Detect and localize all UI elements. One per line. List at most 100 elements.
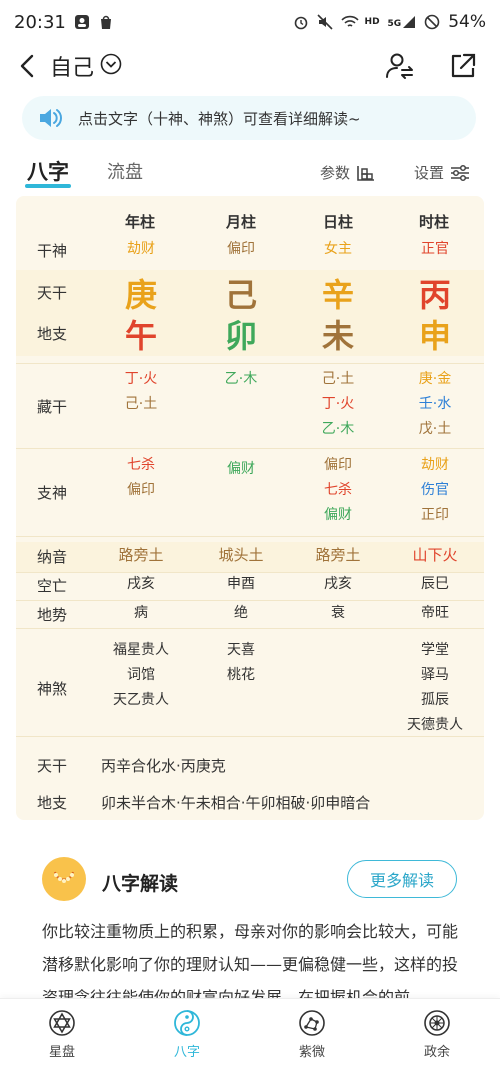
shensha-year-2[interactable]: 词馆 [93,663,189,687]
shensha-hour-2[interactable]: 驿马 [387,663,483,687]
status-time: 20:31 [14,11,66,33]
shishen-hour[interactable]: 正官 [387,237,483,261]
row-label-dizhi: 地支 [37,325,68,343]
params-label: 参数 [320,164,351,182]
params-button[interactable]: 参数 [320,162,376,183]
alarm-icon [293,14,309,30]
battery-level: 54% [448,12,486,32]
yin-yang-icon [174,1010,200,1036]
canggan-day-2: 丁·火 [321,396,355,412]
zhishen-day-1[interactable]: 偏印 [290,453,386,477]
nayin-year[interactable]: 路旁土 [93,543,189,567]
row-label-nayin: 纳音 [37,548,68,566]
canggan-hour-2: 壬·水 [418,396,452,412]
canggan-month-1: 乙·木 [224,371,258,387]
dizhi-year[interactable]: 午 [93,311,189,357]
canggan-hour-3: 戊·土 [418,421,452,437]
dizhi-hour[interactable]: 申 [387,311,483,357]
relation-tiangan-text: 丙辛合化水·丙庚克 [101,757,226,775]
shensha-year-1[interactable]: 福星贵人 [93,638,189,662]
settings-button[interactable]: 设置 [414,162,470,183]
share-icon[interactable] [448,51,478,81]
more-reading-button[interactable]: 更多解读 [347,860,457,898]
reading-title: 八字解读 [102,873,179,895]
column-header-day: 日柱 [323,213,354,231]
canggan-year-2: 己·土 [124,396,158,412]
column-header-year: 年柱 [125,213,156,231]
bottom-nav-bazi[interactable]: 八字 [147,1009,227,1060]
canggan-day-3: 乙·木 [321,421,355,437]
hd-indicator: HD [364,17,380,27]
zhishen-month-1[interactable]: 偏财 [193,457,289,481]
relation-dizhi-text: 卯未半合木·午未相合·午卯相破·卯申暗合 [101,794,371,812]
bottom-nav-zhengyu[interactable]: 政余 [397,1009,477,1060]
relation-label-dizhi: 地支 [37,794,68,812]
relation-label-tiangan: 天干 [37,757,68,775]
bottom-nav-label: 政余 [423,1045,450,1060]
bottom-nav-xingpan[interactable]: 星盘 [22,1009,102,1060]
zhishen-year-1[interactable]: 七杀 [93,453,189,477]
shensha-hour-3[interactable]: 孤辰 [387,688,483,712]
kongwang-day: 戌亥 [324,576,352,592]
bottom-nav-label: 紫微 [298,1045,325,1060]
tiangan-hour[interactable]: 丙 [387,270,483,316]
nayin-hour[interactable]: 山下火 [387,543,483,567]
tab-bazi[interactable]: 八字 [27,156,69,186]
nayin-month[interactable]: 城头土 [193,543,289,567]
shishen-year[interactable]: 劫财 [93,237,189,261]
constellation-icon [299,1010,325,1036]
tiangan-year[interactable]: 庚 [93,270,189,316]
row-label-dishi: 地势 [37,606,68,624]
status-bar: 20:31 HD 5G 54% [0,0,500,44]
dishi-year[interactable]: 病 [93,601,189,625]
star-of-david-icon [49,1010,75,1036]
switch-user-icon[interactable] [384,51,416,81]
zhishen-hour-1[interactable]: 劫财 [387,453,483,477]
column-header-month: 月柱 [226,213,257,231]
kongwang-month: 申酉 [227,576,255,592]
dizhi-month[interactable]: 卯 [193,311,289,357]
dishi-day[interactable]: 衰 [290,601,386,625]
back-arrow-icon[interactable] [14,52,42,80]
zhishen-hour-3[interactable]: 正印 [387,503,483,527]
tiangan-day[interactable]: 辛 [290,270,386,316]
bottom-nav-label: 星盘 [48,1045,75,1060]
tab-liupan[interactable]: 流盘 [107,158,143,184]
canggan-hour-1: 庚·金 [418,371,452,387]
shensha-month-1[interactable]: 天喜 [193,638,289,662]
row-label-shishen: 干神 [37,242,68,260]
dizhi-day[interactable]: 未 [290,311,386,357]
network-indicator: 5G [388,15,417,29]
chart-tabs: 八字 流盘 参数 设置 [0,150,500,192]
tip-text: 点击文字（十神、神煞）可查看详细解读~ [78,109,361,128]
bottom-nav-ziwei[interactable]: 紫微 [272,1009,352,1060]
shishen-month[interactable]: 偏印 [193,237,289,261]
shishen-day[interactable]: 女主 [290,237,386,261]
tiangan-month[interactable]: 己 [193,270,289,316]
dishi-hour[interactable]: 帝旺 [387,601,483,625]
shopping-bag-icon [98,14,114,30]
profile-notification-icon [74,14,90,30]
zhishen-hour-2[interactable]: 伤官 [387,478,483,502]
row-label-zhishen: 支神 [37,484,68,502]
column-header-hour: 时柱 [419,213,450,231]
shensha-hour-1[interactable]: 学堂 [387,638,483,662]
shensha-hour-4[interactable]: 天德贵人 [387,713,483,737]
do-not-disturb-icon [424,14,440,30]
tip-banner[interactable]: 点击文字（十神、神煞）可查看详细解读~ [22,96,476,140]
zhishen-year-2[interactable]: 偏印 [93,478,189,502]
shensha-year-3[interactable]: 天乙贵人 [93,688,189,712]
shensha-month-2[interactable]: 桃花 [193,663,289,687]
canggan-year-1: 丁·火 [124,371,158,387]
dharma-wheel-icon [424,1010,450,1036]
nayin-day[interactable]: 路旁土 [290,543,386,567]
speaker-icon [40,109,62,127]
bottom-nav-label: 八字 [173,1045,200,1060]
zhishen-day-3[interactable]: 偏财 [290,503,386,527]
profile-name-title[interactable]: 自己 [50,50,94,82]
row-label-shensha: 神煞 [37,680,68,698]
dishi-month[interactable]: 绝 [193,601,289,625]
kongwang-year: 戌亥 [127,576,155,592]
zhishen-day-2[interactable]: 七杀 [290,478,386,502]
chevron-down-icon[interactable] [100,53,122,75]
